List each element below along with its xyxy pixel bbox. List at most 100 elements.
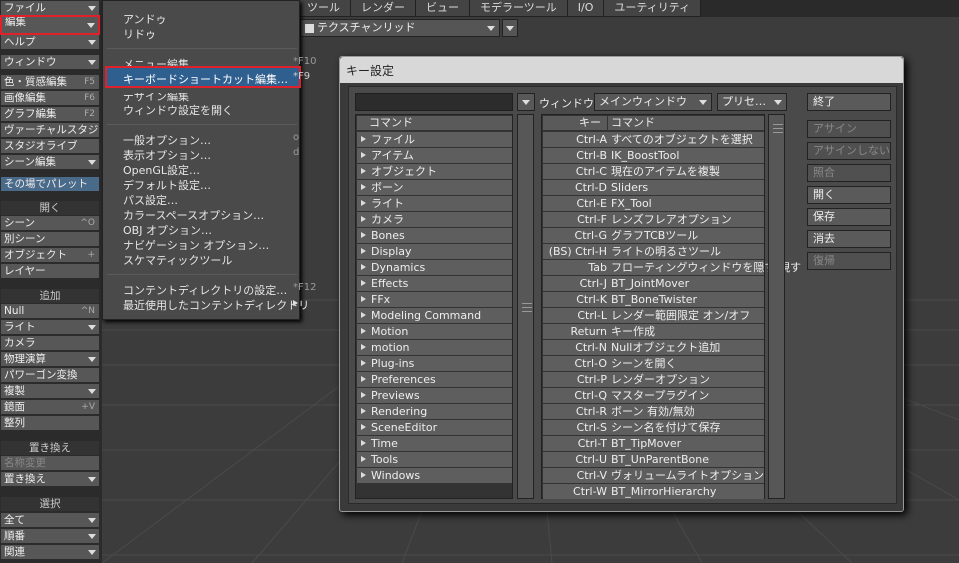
align-button[interactable]: 整列: [1, 416, 99, 430]
clone-button[interactable]: 複製: [1, 384, 99, 398]
expand-triangle-icon[interactable]: [361, 408, 366, 414]
clear-button[interactable]: 消去: [807, 230, 891, 248]
key-binding-row[interactable]: Ctrl-K BT_BoneTwister: [543, 292, 764, 307]
key-binding-row[interactable]: Ctrl-N Nullオブジェクト追加: [543, 340, 764, 355]
tab-tools[interactable]: ツール: [296, 0, 351, 17]
save-button[interactable]: 保存: [807, 208, 891, 226]
layer-button[interactable]: レイヤー: [1, 264, 99, 278]
replace-button[interactable]: 置き換え: [1, 472, 99, 486]
open-button[interactable]: 開く: [807, 186, 891, 204]
menu-window-settings[interactable]: ウィンドウ設定を開く: [123, 102, 233, 118]
key-binding-row[interactable]: Ctrl-F レンズフレアオプション: [543, 212, 764, 227]
search-dropdown-button[interactable]: [517, 93, 535, 111]
expand-triangle-icon[interactable]: [361, 216, 366, 222]
scroll-thumb[interactable]: [519, 295, 532, 321]
menu-undo[interactable]: アンドゥ: [123, 11, 167, 27]
key-binding-row[interactable]: Ctrl-Q マスタープラグイン: [543, 388, 764, 403]
expand-triangle-icon[interactable]: [361, 344, 366, 350]
window-menu-button[interactable]: ウィンドウ: [1, 55, 99, 69]
spot-palette-button[interactable]: その場でパレット: [1, 177, 99, 191]
expand-triangle-icon[interactable]: [361, 472, 366, 478]
studio-live-button[interactable]: スタジオライブ: [1, 139, 99, 153]
menu-path-settings[interactable]: パス設定…: [123, 192, 178, 208]
key-binding-row[interactable]: Ctrl-C 現在のアイテムを複製: [543, 164, 764, 179]
file-menu-button[interactable]: ファイル: [1, 1, 99, 15]
command-group-row[interactable]: Previews: [357, 388, 512, 403]
done-button[interactable]: 終了: [807, 93, 891, 111]
command-group-row[interactable]: ボーン: [357, 180, 512, 195]
key-binding-row[interactable]: Ctrl-G グラフTCBツール: [543, 228, 764, 243]
virtual-studio-button[interactable]: ヴァーチャルスタジオ: [1, 123, 99, 137]
key-binding-row[interactable]: Ctrl-B IK_BoostTool: [543, 148, 764, 163]
expand-triangle-icon[interactable]: [361, 296, 366, 302]
command-group-row[interactable]: Rendering: [357, 404, 512, 419]
command-group-row[interactable]: Bones: [357, 228, 512, 243]
command-group-row[interactable]: Modeling Command: [357, 308, 512, 323]
command-group-row[interactable]: オブジェクト: [357, 164, 512, 179]
poly-convert-button[interactable]: パワーゴン変換: [1, 368, 99, 382]
other-scene-button[interactable]: 別シーン: [1, 232, 99, 246]
command-group-row[interactable]: カメラ: [357, 212, 512, 227]
window-select[interactable]: メインウィンドウ: [594, 93, 712, 111]
menu-general-options[interactable]: 一般オプション… o: [123, 132, 299, 148]
command-group-row[interactable]: Preferences: [357, 372, 512, 387]
dialog-title[interactable]: キー設定: [340, 57, 903, 83]
expand-triangle-icon[interactable]: [361, 424, 366, 430]
key-binding-row[interactable]: Ctrl-J BT_JointMover: [543, 276, 764, 291]
expand-triangle-icon[interactable]: [361, 440, 366, 446]
command-group-row[interactable]: motion: [357, 340, 512, 355]
find-button[interactable]: 照合: [807, 164, 891, 182]
command-search-input[interactable]: [355, 93, 513, 111]
open-scene-button[interactable]: シーン ^O: [1, 216, 99, 230]
expand-triangle-icon[interactable]: [361, 392, 366, 398]
select-order-button[interactable]: 順番: [1, 529, 99, 543]
tab-modeler-tools[interactable]: モデラーツール: [469, 0, 568, 17]
key-binding-row[interactable]: Ctrl-U BT_UnParentBone: [543, 452, 764, 467]
command-group-row[interactable]: アイテム: [357, 148, 512, 163]
key-binding-row[interactable]: Ctrl-S シーン名を付けて保存: [543, 420, 764, 435]
command-list[interactable]: コマンド ファイル アイテム オブジェクト ボーン ライト カメラ Bones Display…: [355, 114, 513, 499]
menu-redo[interactable]: リドゥ: [123, 26, 156, 42]
mirror-button[interactable]: 鏡面 +V: [1, 400, 99, 414]
menu-display-options[interactable]: 表示オプション… d: [123, 147, 299, 163]
color-surface-button[interactable]: 色・質感編集 F5: [1, 75, 99, 89]
menu-opengl[interactable]: OpenGL設定…: [123, 162, 200, 178]
command-group-row[interactable]: Plug-ins: [357, 356, 512, 371]
select-related-button[interactable]: 関連: [1, 545, 99, 559]
texture-channel-select[interactable]: テクスチャンリッド: [300, 19, 500, 37]
edit-menu-button[interactable]: 編集: [0, 15, 100, 35]
tab-render[interactable]: レンダー: [350, 0, 416, 17]
expand-triangle-icon[interactable]: [361, 232, 366, 238]
expand-triangle-icon[interactable]: [361, 312, 366, 318]
command-group-row[interactable]: Effects: [357, 276, 512, 291]
expand-triangle-icon[interactable]: [361, 152, 366, 158]
menu-keyboard-shortcuts[interactable]: キーボードショートカット編集… *F9: [123, 71, 310, 87]
open-object-button[interactable]: オブジェクト +: [1, 248, 99, 262]
menu-obj-options[interactable]: OBJ オプション…: [123, 222, 212, 238]
key-binding-row[interactable]: Ctrl-L レンダー範囲限定 オン/オフ: [543, 308, 764, 323]
tab-io[interactable]: I/O: [566, 0, 605, 17]
command-group-row[interactable]: SceneEditor: [357, 420, 512, 435]
physics-button[interactable]: 物理演算: [1, 352, 99, 366]
expand-triangle-icon[interactable]: [361, 456, 366, 462]
graph-edit-button[interactable]: グラフ編集 F2: [1, 107, 99, 121]
key-binding-row[interactable]: Return キー作成: [543, 324, 764, 339]
expand-triangle-icon[interactable]: [361, 168, 366, 174]
expand-triangle-icon[interactable]: [361, 264, 366, 270]
expand-triangle-icon[interactable]: [361, 328, 366, 334]
menu-sketch-tool[interactable]: スケマティックツール: [123, 252, 232, 268]
menu-default-settings[interactable]: デフォルト設定…: [123, 177, 211, 193]
command-group-row[interactable]: Time: [357, 436, 512, 451]
key-binding-row[interactable]: Ctrl-W BT_MirrorHierarchy: [543, 484, 764, 499]
key-binding-row[interactable]: Ctrl-E FX_Tool: [543, 196, 764, 211]
expand-triangle-icon[interactable]: [361, 200, 366, 206]
scroll-thumb[interactable]: [770, 116, 783, 146]
tab-utility[interactable]: ユーティリティ: [603, 0, 702, 17]
menu-nav-options[interactable]: ナビゲーション オプション…: [123, 237, 269, 253]
revert-button[interactable]: 復帰: [807, 252, 891, 270]
key-list[interactable]: キー コマンド Ctrl-A すべてのオブジェクトを選択 Ctrl-B IK_Boos…: [541, 114, 801, 499]
command-group-row[interactable]: Tools: [357, 452, 512, 467]
key-binding-row[interactable]: Tab フローティングウィンドウを隠す/現す: [543, 260, 801, 275]
viewport-dropdown-button[interactable]: [502, 19, 518, 37]
menu-recent-content[interactable]: 最近使用したコンテントディレクトリ: [123, 297, 309, 313]
